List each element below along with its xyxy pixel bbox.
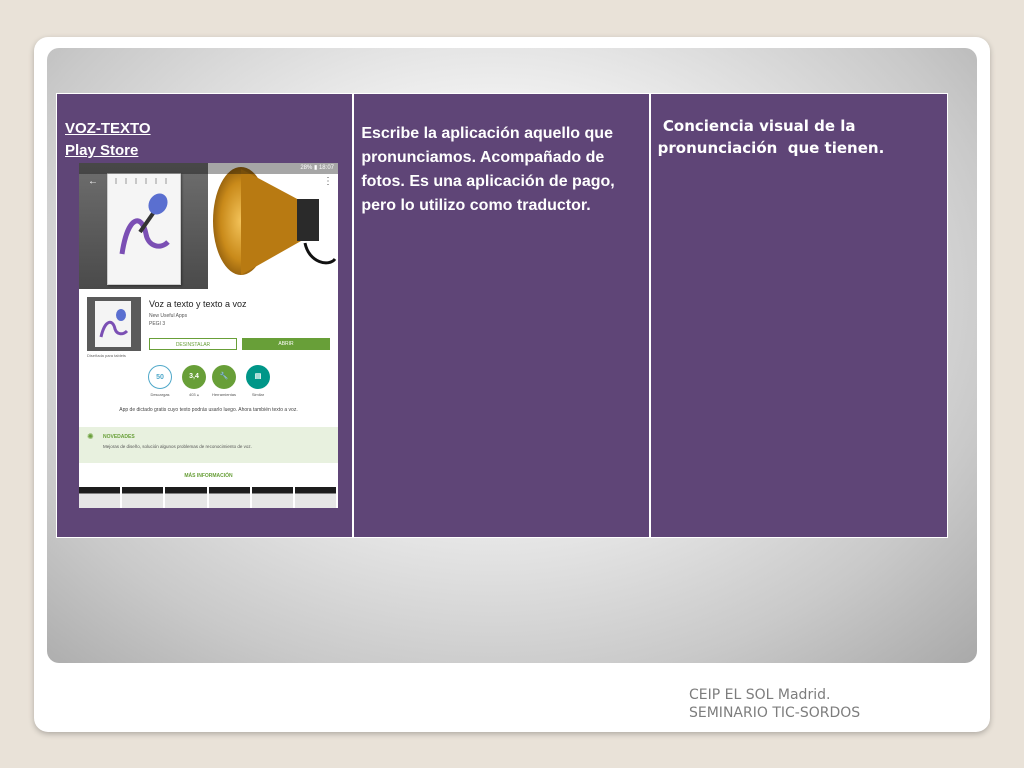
cards-icon: ▤	[246, 365, 270, 389]
app-description: App de dictado gratis cuyo texto podrás …	[119, 407, 298, 413]
uninstall-button[interactable]: DESINSTALAR	[149, 338, 237, 350]
tablet-note: Diseñada para tablets	[87, 353, 126, 358]
table-cell-purpose: Conciencia visual de la pronunciación qu…	[650, 94, 947, 537]
pegi-rating: PEGI 3	[149, 321, 166, 327]
rating-badge: 3,4 403 ⩓	[179, 365, 209, 397]
thumbnail[interactable]	[122, 487, 164, 508]
news-title: NOVEDADES	[103, 434, 135, 440]
thumbnail[interactable]	[251, 487, 293, 508]
app-name: Voz a texto y texto a voz	[149, 299, 247, 309]
table-cell-description: Escribe la aplicación aquello que pronun…	[354, 94, 651, 537]
app-icon	[87, 297, 141, 351]
table-cell-app: VOZ-TEXTO Play Store 28% ▮ 18:07 ← ⋮ Voz…	[57, 94, 355, 537]
status-bar: 28% ▮ 18:07	[79, 163, 338, 174]
app-title-name: VOZ-TEXTO	[65, 120, 151, 137]
news-text: Mejoras de diseño, solución algunos prob…	[103, 444, 252, 449]
megaphone-image	[213, 167, 337, 275]
app-mic-icon	[95, 301, 131, 347]
microphone-icon	[115, 178, 170, 255]
tools-badge[interactable]: 🔧 Herramientas	[209, 365, 239, 397]
rating-value: 3,4	[182, 365, 206, 389]
content-table: VOZ-TEXTO Play Store 28% ▮ 18:07 ← ⋮ Voz…	[56, 93, 948, 538]
thumbnail[interactable]	[79, 487, 121, 508]
similar-badge[interactable]: ▤ Similar	[243, 365, 273, 397]
description-text: Escribe la aplicación aquello que pronun…	[361, 125, 615, 214]
notepad-image	[107, 173, 181, 285]
badges-row: 50 Descargas 3,4 403 ⩓ 🔧 Herramientas ▤ …	[79, 363, 338, 403]
similar-label: Similar	[251, 392, 265, 397]
downloads-label: Descargas	[150, 392, 170, 397]
app-title: VOZ-TEXTO Play Store	[65, 118, 151, 162]
more-info-link[interactable]: MÁS INFORMACIÓN	[79, 473, 338, 479]
back-arrow-icon: ←	[88, 176, 98, 187]
downloads-value: 50	[148, 365, 172, 389]
screenshot-hero: 28% ▮ 18:07 ← ⋮	[79, 163, 338, 289]
play-store-screenshot: 28% ▮ 18:07 ← ⋮ Voz a texto y texto a vo…	[79, 163, 338, 508]
footer-text: CEIP EL SOL Madrid. SEMINARIO TIC-SORDOS	[689, 686, 860, 722]
open-button[interactable]: ABRIR	[242, 338, 330, 350]
thumbnail[interactable]	[208, 487, 250, 508]
downloads-badge: 50 Descargas	[145, 365, 175, 397]
sun-icon: ✺	[87, 432, 94, 441]
screenshot-thumbnails	[79, 487, 338, 508]
thumbnail[interactable]	[294, 487, 337, 508]
footer-seminar: SEMINARIO TIC-SORDOS	[689, 705, 861, 721]
app-developer: New Useful Apps	[149, 313, 188, 319]
more-vert-icon: ⋮	[323, 176, 333, 187]
tools-label: Herramientas	[211, 392, 236, 397]
news-section: ✺ NOVEDADES Mejoras de diseño, solución …	[79, 427, 338, 463]
rating-label: 403 ⩓	[188, 392, 200, 397]
app-info-row: Voz a texto y texto a voz New Useful App…	[79, 291, 338, 361]
footer-school: CEIP EL SOL Madrid.	[689, 687, 831, 703]
purpose-text: Conciencia visual de la pronunciación qu…	[657, 117, 885, 157]
app-title-store: Play Store	[65, 142, 139, 159]
hero-app-image	[79, 163, 208, 289]
wrench-icon: 🔧	[212, 365, 236, 389]
thumbnail[interactable]	[165, 487, 207, 508]
